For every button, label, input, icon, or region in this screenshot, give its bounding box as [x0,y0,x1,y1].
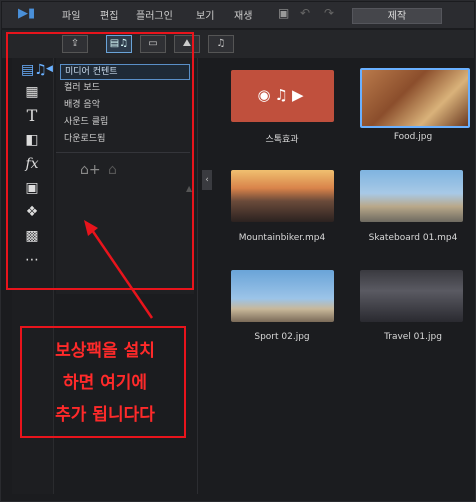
annotation-callout: 보상팩을 설치 하면 여기에 추가 됩니다다 [20,326,186,438]
menu-edit[interactable]: 편집 [100,7,118,22]
filter-audio-icon[interactable]: ♫ [208,35,234,53]
media-thumb-food[interactable] [360,68,470,128]
app-logo-icon: ▶▮ [18,6,36,21]
media-label: Skateboard 01.mp4 [368,233,458,243]
annotation-line: 추가 됩니다다 [55,405,155,425]
highlight-box [6,32,194,290]
menu-file[interactable]: 파일 [62,7,80,22]
media-label: Mountainbiker.mp4 [238,233,326,243]
camera-music-video-icon: ◉♫▶ [257,86,308,104]
annotation-line: 보상팩을 설치 [55,341,155,361]
annotation-line: 하면 여기에 [62,373,148,393]
panel-divider[interactable] [197,58,198,494]
menu-view[interactable]: 보기 [196,7,214,22]
undo-icon[interactable]: ↶ [300,6,310,20]
media-thumb-sport[interactable] [231,270,334,322]
redo-icon[interactable]: ↷ [324,6,334,20]
media-label: Sport 02.jpg [254,332,310,342]
menu-plugins[interactable]: 플러그인 [136,7,173,22]
media-thumb-skateboard[interactable] [360,170,463,222]
media-label: Food.jpg [393,132,433,142]
menu-playback[interactable]: 재생 [234,7,252,22]
menu-bar: ▶▮ 파일 편집 플러그인 보기 재생 ▣ ↶ ↷ 제작 [2,2,474,28]
collapse-panel-icon[interactable]: ‹ [202,170,212,190]
media-thumb-travel[interactable] [360,270,463,322]
media-label: Travel 01.jpg [384,332,442,342]
media-thumb-stock-effects[interactable]: ◉♫▶ [231,70,334,122]
save-icon[interactable]: ▣ [278,6,289,20]
produce-button[interactable]: 제작 [352,8,442,24]
media-thumb-mountainbiker[interactable] [231,170,334,222]
media-label: 스톡효과 [265,135,299,145]
